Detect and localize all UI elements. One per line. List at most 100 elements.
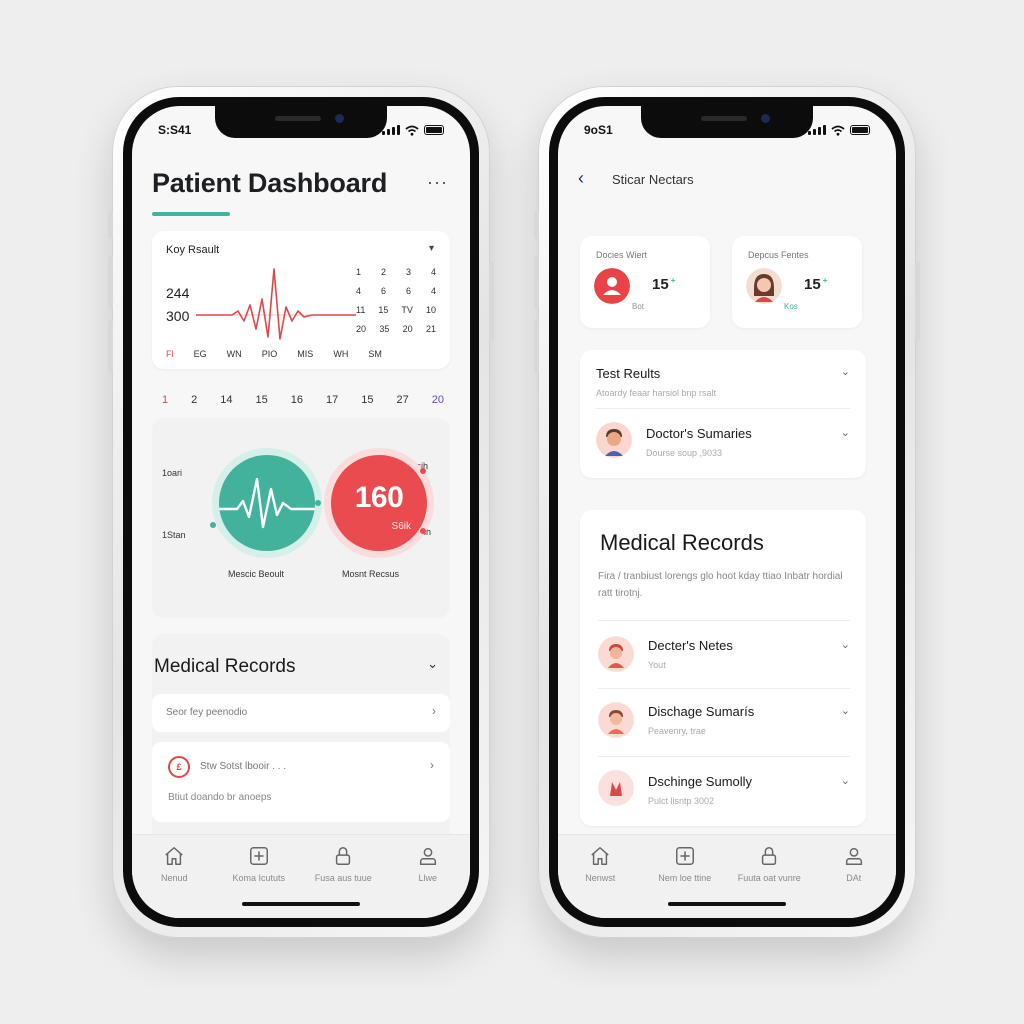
avatar [746,268,782,304]
chevron-down-icon[interactable]: ⌄ [841,704,850,717]
tab-label: Llwe [418,873,437,883]
status-time: S:S41 [158,123,192,137]
phone-bezel: 9oS1 ‹ Sticar Nectars Docies Wiert 15 + B… [549,97,905,927]
avatar [598,702,634,738]
weekday-row: Fl EG WN PIO MIS WH SM [166,349,382,359]
chevron-down-icon[interactable]: ⌄ [841,638,850,651]
search-input[interactable]: Seor fey peenodio › [152,694,450,732]
record-title[interactable]: Dischage Sumarís [648,704,754,719]
red-marker [420,528,426,534]
chevron-down-icon[interactable]: ⌄ [427,656,438,672]
row-subtitle: Dourse soup ,9033 [646,448,723,458]
record-title: Stw Sotst lbooir . . . [200,761,287,772]
home-indicator[interactable] [242,902,360,906]
chevron-down-icon[interactable]: ⌄ [841,774,850,787]
divider [598,756,850,757]
tab-security[interactable]: Fuuta oat vunre [729,845,809,918]
title-underline [152,212,230,216]
teal-marker [210,522,216,528]
status-time: 9oS1 [584,123,613,137]
doctor-card-value: 15 + [652,276,676,293]
home-indicator[interactable] [668,902,786,906]
record-subtitle: Btiut doando br anoeps [168,792,272,803]
tab-profile[interactable]: DAt [814,845,894,918]
doctor-card-subtitle: Bot [632,302,645,311]
wifi-icon [405,125,419,136]
home-icon [591,847,609,865]
back-icon[interactable]: ‹ [578,168,584,189]
chevron-right-icon: › [430,758,434,772]
doctor-card-label: Docies Wiert [596,250,648,260]
tab-label: Nenud [160,873,188,883]
heart-rate-gauge[interactable] [212,448,322,558]
user-icon [419,847,436,865]
record-title[interactable]: Dschinge Sumolly [648,774,752,789]
doctor-card[interactable]: Docies Wiert 15 + Bot [580,236,710,328]
date-item[interactable]: 14 [220,394,232,406]
vitals-card[interactable]: Koy Rsault ▾ 244 300 1234 4664 11 15 TV 10 … [152,231,450,369]
power-button [915,262,920,340]
date-strip: 1 2 14 15 16 17 15 27 20 [162,394,444,406]
tab-label: DAt [846,873,862,883]
left-phone: S:S41 Patient Dashboard ··· Koy Rsault ▾… [108,86,494,938]
doctor-card-value: 15 + [804,276,828,293]
lock-icon [762,847,777,865]
tab-medical[interactable]: Koma Icututs [219,845,299,918]
avatar [598,636,634,672]
avatar [598,770,634,806]
divider [598,688,850,689]
divider [598,620,850,621]
record-list-item[interactable]: £ Stw Sotst lbooir . . . › Btiut doando … [152,742,450,822]
medical-kit-icon [675,847,694,865]
chevron-down-icon[interactable]: ⌄ [841,426,850,439]
volume-up-button [108,256,113,308]
date-item[interactable]: 1 [162,394,168,406]
tab-label: Nem loe ttine [658,873,712,883]
mini-calendar: 1234 4664 11 15 TV 10 20 35 20 21 [356,267,436,334]
date-item[interactable]: 15 [256,394,268,406]
vitals-dropdown-icon[interactable]: ▾ [429,243,434,254]
tab-home[interactable]: Nenud [134,845,214,918]
date-item[interactable]: 27 [397,394,409,406]
blood-pressure-gauge[interactable]: 160 S6ik [324,448,434,558]
date-item[interactable]: 17 [326,394,338,406]
doctor-card[interactable]: Depcus Fentes 15 + Kos [732,236,862,328]
doctor-card-subtitle: Kos [784,302,798,311]
wifi-icon [831,125,845,136]
test-results-subtitle: Atoardy feaar harsiol bnp rsalt [596,388,717,398]
user-icon [845,847,862,865]
date-item[interactable]: 15 [361,394,373,406]
search-placeholder: Seor fey peenodio [166,707,248,718]
date-item[interactable]: 16 [291,394,303,406]
tab-medical[interactable]: Nem loe ttine [645,845,725,918]
gauge-value: 160 [354,481,404,514]
tab-label: Koma Icututs [232,873,286,883]
lock-icon [336,847,351,865]
mute-switch [108,212,113,238]
more-options-icon[interactable]: ··· [427,172,448,193]
test-results-title: Test Reults [596,366,661,381]
right-phone: 9oS1 ‹ Sticar Nectars Docies Wiert 15 + B… [534,86,920,938]
volume-down-button [108,320,113,372]
record-title[interactable]: Decter's Netes [648,638,733,653]
test-results-card[interactable]: Test Reults ⌄ Atoardy feaar harsiol bnp … [580,350,866,478]
vitals-value-bottom: 300 [166,308,190,324]
medical-records-section: Medical Records ⌄ Seor fey peenodio › £ … [152,634,450,854]
medical-records-card: Medical Records Fira / tranbiust lorengs… [580,510,866,826]
gauge-unit: S6ik [391,521,411,532]
gauge-caption-right: Mosnt Recsus [342,569,400,579]
tab-profile[interactable]: Llwe [388,845,468,918]
gauge-panel: 1oari 1Stan Stsih Otsh 160 S6ik [152,418,450,618]
record-subtitle: Peavenry, trae [648,726,706,736]
date-item[interactable]: 20 [432,394,444,406]
mute-switch [534,212,539,238]
row-title: Doctor's Sumaries [646,426,752,441]
battery-icon [850,125,870,135]
teal-marker [315,500,321,506]
power-button [489,262,494,340]
date-item[interactable]: 2 [191,394,197,406]
tab-home[interactable]: Nenwst [560,845,640,918]
chevron-down-icon[interactable]: ⌄ [841,365,850,378]
gauge-left-top-label: 1oari [162,468,183,478]
tab-security[interactable]: Fusa aus tuue [303,845,383,918]
